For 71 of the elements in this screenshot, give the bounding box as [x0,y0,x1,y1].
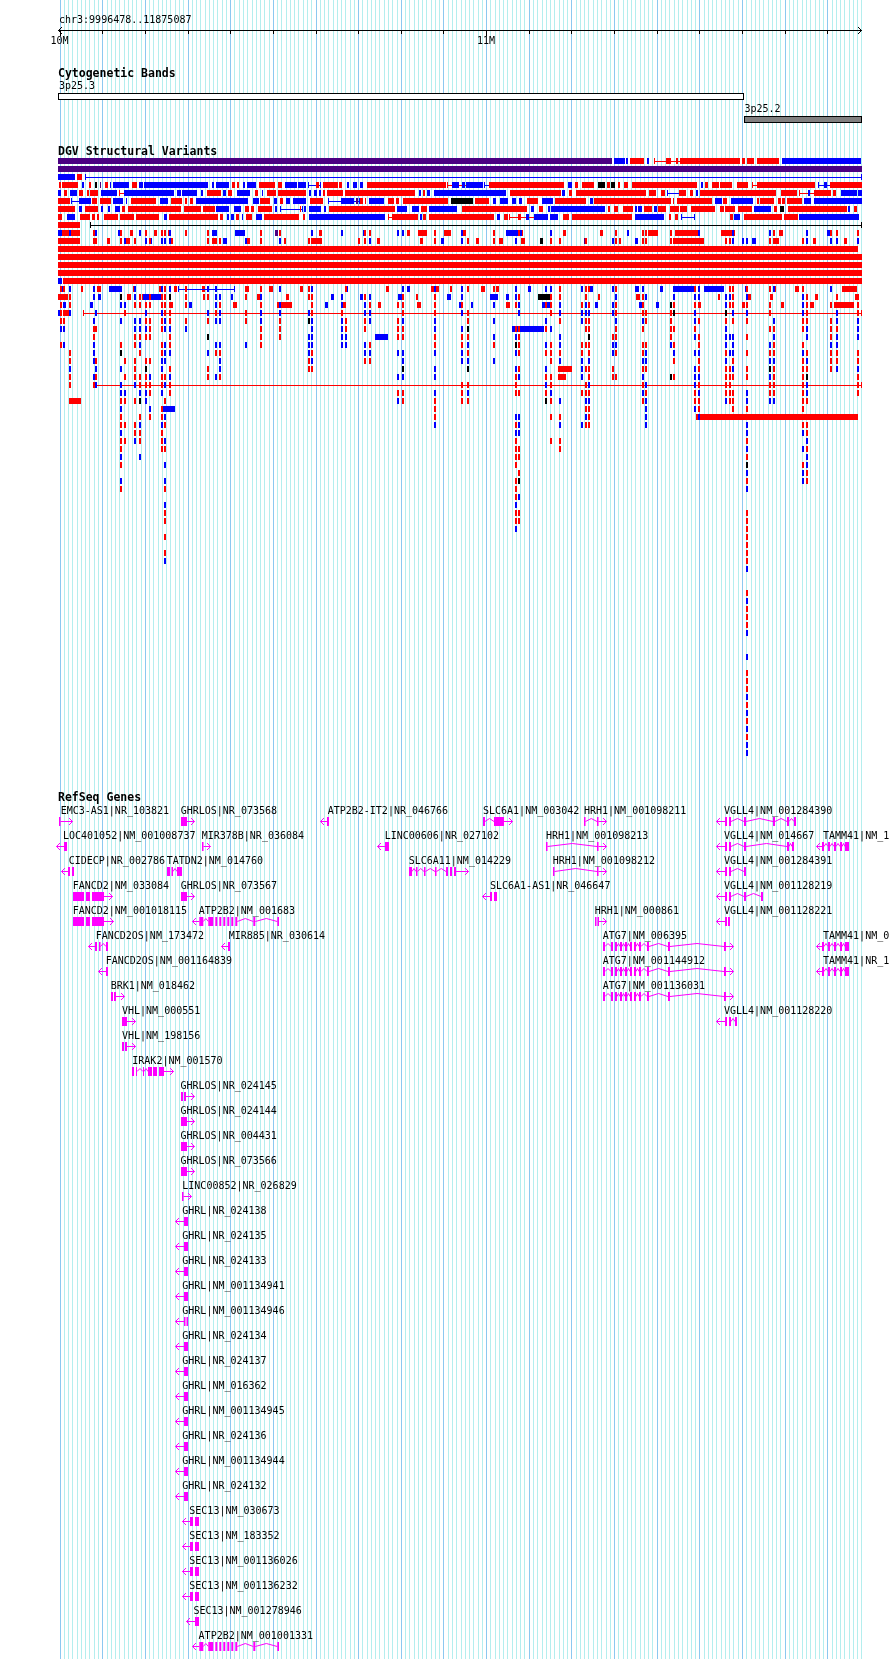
gene-label: SLC6A11|NM_014229 [408,854,512,867]
gene-label: ATG7|NM_001144912 [602,954,706,967]
track-title: DGV Structural Variants [58,144,218,158]
location-label: chr3:9996478..11875087 [59,14,192,26]
gene-label: CIDECP|NR_002786 [68,854,165,867]
band-label: 3p25.2 [744,103,781,115]
variant-lane [515,494,520,500]
gene-label: LOC401052|NM_001008737 [63,829,196,842]
gene-label: GHRLOS|NR_073568 [180,804,277,817]
gene-label: MIR885|NR_030614 [228,929,325,942]
gene-label: FANCD2OS|NM_001164839 [105,954,233,967]
tick-label: 10M [50,35,69,46]
gene-label: HRH1|NM_001098211 [584,804,687,817]
gene-label: VGLL4|NM_014667 [724,829,815,842]
gene-label: VGLL4|NM_001128220 [724,1004,833,1017]
gene-label: ATG7|NM_001136031 [602,979,706,992]
gene-label: SLC6A1|NM_003042 [483,804,580,817]
gene-label: SEC13|NM_001136026 [189,1554,298,1567]
gene-label: VHL|NM_000551 [122,1004,201,1017]
gene-label: TATDN2|NM_014760 [166,854,263,867]
gene-label: ATP2B2-IT2|NR_046766 [327,804,449,817]
gene-label: GHRL|NR_024132 [182,1479,267,1492]
gene-label: MIR378B|NR_036084 [201,829,305,842]
gene-label: VHL|NM_198156 [122,1029,201,1042]
gene-label: GHRL|NR_024134 [182,1329,267,1342]
gene-label: TAMM41|NR_1 [823,954,890,967]
band-label: 3p25.3 [59,80,96,92]
gene-label: GHRLOS|NR_073566 [180,1154,277,1167]
gene-label: HRH1|NM_001098212 [552,854,656,867]
gene-label: IRAK2|NM_001570 [132,1054,223,1067]
gene-label: GHRL|NR_024133 [182,1254,267,1267]
track-title: Cytogenetic Bands [58,66,176,80]
gene-label: VGLL4|NM_001284391 [724,854,833,867]
gene-label: FANCD2OS|NM_173472 [95,929,205,942]
gene-label: LINC00852|NR_026829 [182,1179,297,1192]
gene-label: HRH1|NM_001098213 [546,829,649,842]
gene-label: VGLL4|NM_001128219 [724,879,833,892]
gene-label: GHRL|NM_001134944 [182,1454,285,1467]
gene-label: BRK1|NM_018462 [110,979,195,992]
gene-label: ATP2B2|NM_001001331 [198,1629,313,1642]
gene-label: TAMM41|NM_0 [823,929,890,942]
gene-label: GHRL|NR_024135 [182,1229,267,1242]
gene-label: GHRL|NM_016362 [182,1379,267,1392]
gene-label: SEC13|NM_030673 [189,1504,280,1517]
gene-label: SEC13|NM_001278946 [193,1604,302,1617]
gene-label: GHRLOS|NR_073567 [180,879,277,892]
tick-label: 11M [477,35,496,46]
track-title: RefSeq Genes [58,790,142,804]
gene-label: GHRLOS|NR_024144 [180,1104,277,1117]
gene-label: GHRL|NM_001134941 [182,1279,285,1292]
gene-label: ATP2B2|NM_001683 [198,904,295,917]
gene-label: GHRLOS|NR_004431 [180,1129,277,1142]
gene-label: TAMM41|NM_1 [823,829,890,842]
gene-label: VGLL4|NM_001284390 [724,804,833,817]
gene-model-icon [167,867,182,876]
gene-label: SEC13|NM_001136232 [189,1579,298,1592]
gene-label: HRH1|NM_000861 [594,904,679,917]
gene-label: LINC00606|NR_027102 [384,829,500,842]
gene-label: FANCD2|NM_033084 [72,879,169,892]
gene-label: EMC3-AS1|NR_103821 [60,804,170,817]
gene-label: GHRL|NR_024138 [182,1204,267,1217]
gene-label: ATG7|NM_006395 [602,929,687,942]
gene-label: GHRL|NR_024136 [182,1429,267,1442]
gene-label: VGLL4|NM_001128221 [724,904,833,917]
gene-label: GHRL|NM_001134946 [182,1304,285,1317]
gene-label: SLC6A1-AS1|NR_046647 [490,879,611,892]
gene-label: GHRL|NM_001134945 [182,1404,285,1417]
gene-label: GHRL|NR_024137 [182,1354,267,1367]
gene-label: SEC13|NM_183352 [189,1529,280,1542]
gene-label: GHRLOS|NR_024145 [180,1079,277,1092]
gene-label: FANCD2|NM_001018115 [72,904,188,917]
